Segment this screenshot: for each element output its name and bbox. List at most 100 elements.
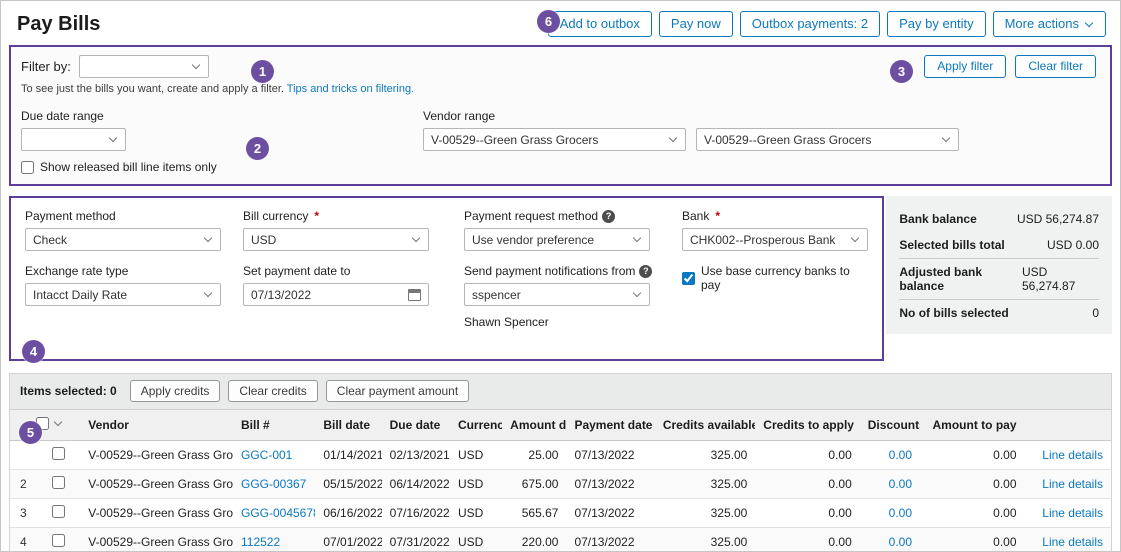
add-to-outbox-button[interactable]: Add to outbox (548, 11, 652, 37)
cell-line-details: Line details (1025, 441, 1112, 470)
cell-amount-due: 675.00 (502, 470, 566, 499)
bills-selected-row: No of bills selected 0 (899, 300, 1099, 326)
chevron-down-icon (942, 135, 951, 144)
discounts-link[interactable]: 0.00 (889, 448, 912, 462)
clear-payment-amount-button[interactable]: Clear payment amount (326, 380, 469, 402)
use-base-currency-checkbox[interactable] (682, 272, 695, 285)
bill-number-link[interactable]: GGG-0045678 (241, 506, 315, 520)
table-row: 4 V-00529--Green Grass Grocers 112522 07… (10, 528, 1111, 552)
items-selected-count: Items selected: 0 (20, 384, 117, 398)
cell-due-date: 02/13/2021 (382, 441, 450, 470)
col-vendor: Vendor (80, 410, 233, 441)
chevron-down-icon (192, 62, 201, 71)
line-details-link[interactable]: Line details (1042, 506, 1103, 520)
cell-payment-date: 07/13/2022 (566, 528, 654, 552)
bills-selected-label: No of bills selected (899, 306, 1008, 320)
filter-actions: Apply filter Clear filter (924, 55, 1096, 78)
cell-vendor: V-00529--Green Grass Grocers (80, 528, 233, 552)
pay-by-entity-button[interactable]: Pay by entity (887, 11, 985, 37)
chevron-down-icon (669, 135, 678, 144)
col-credits-available: Credits available (655, 410, 755, 441)
more-actions-label: More actions (1005, 17, 1079, 31)
table-row: 3 V-00529--Green Grass Grocers GGG-00456… (10, 499, 1111, 528)
cell-discounts: 0.00 (860, 499, 920, 528)
chevron-down-icon (851, 235, 860, 244)
discounts-link[interactable]: 0.00 (889, 535, 912, 549)
row-number: 4 (10, 528, 36, 552)
row-checkbox[interactable] (52, 505, 65, 518)
pay-now-button[interactable]: Pay now (659, 11, 733, 37)
bill-number-link[interactable]: GGG-00367 (241, 477, 306, 491)
cell-credits-available: 325.00 (655, 499, 755, 528)
cell-currency: USD (450, 528, 502, 552)
payment-request-method-select[interactable]: Use vendor preference (464, 228, 650, 251)
line-details-link[interactable]: Line details (1042, 477, 1103, 491)
row-checkbox[interactable] (52, 476, 65, 489)
calendar-icon[interactable] (408, 289, 421, 301)
payment-request-method-label: Payment request method (464, 209, 598, 223)
clear-credits-button[interactable]: Clear credits (228, 380, 317, 402)
payment-date-field: Set payment date to 07/13/2022 (243, 264, 464, 329)
notifications-person-name: Shawn Spencer (464, 315, 682, 329)
payment-area: Payment method Check Bill currency * USD (9, 196, 1112, 361)
filter-by-label: Filter by: (21, 59, 71, 74)
pay-bills-page: Pay Bills Add to outbox Pay now Outbox p… (0, 0, 1121, 552)
vendor-range-to-value: V-00529--Green Grass Grocers (704, 133, 871, 147)
vendor-range-from-select[interactable]: V-00529--Green Grass Grocers (423, 128, 686, 151)
discounts-link[interactable]: 0.00 (889, 506, 912, 520)
col-amount-due: Amount due (502, 410, 566, 441)
bank-select[interactable]: CHK002--Prosperous Bank (682, 228, 868, 251)
bill-number-link[interactable]: 112522 (241, 535, 280, 549)
exchange-rate-type-select[interactable]: Intacct Daily Rate (25, 283, 221, 306)
use-base-currency-label: Use base currency banks to pay (701, 264, 868, 292)
vendor-range-to-select[interactable]: V-00529--Green Grass Grocers (696, 128, 959, 151)
select-all-dropdown-icon[interactable] (54, 419, 63, 428)
header: Pay Bills Add to outbox Pay now Outbox p… (1, 1, 1120, 45)
use-base-currency-checkbox-row[interactable]: Use base currency banks to pay (682, 264, 868, 292)
bills-table: Vendor Bill # Bill date Due date Currenc… (10, 409, 1111, 552)
cell-payment-date: 07/13/2022 (566, 499, 654, 528)
row-checkbox[interactable] (52, 534, 65, 547)
payment-settings-box: Payment method Check Bill currency * USD (9, 196, 884, 361)
payment-method-select[interactable]: Check (25, 228, 221, 251)
apply-filter-button[interactable]: Apply filter (924, 55, 1006, 78)
payment-method-label: Payment method (25, 209, 116, 223)
apply-credits-button[interactable]: Apply credits (130, 380, 221, 402)
discounts-link[interactable]: 0.00 (889, 477, 912, 491)
chevron-down-icon (633, 290, 642, 299)
chevron-down-icon (109, 135, 118, 144)
help-icon[interactable]: ? (639, 265, 652, 278)
callout-badge-3: 3 (890, 60, 913, 83)
payment-notifications-select[interactable]: sspencer (464, 283, 650, 306)
filter-by-select[interactable] (79, 55, 209, 78)
due-date-range-select[interactable] (21, 128, 126, 151)
filter-tips-link[interactable]: Tips and tricks on filtering. (287, 83, 414, 95)
more-actions-button[interactable]: More actions (993, 11, 1106, 37)
bank-field: Bank * CHK002--Prosperous Bank (682, 209, 868, 251)
bill-currency-value: USD (251, 233, 276, 247)
outbox-payments-button[interactable]: Outbox payments: 2 (740, 11, 880, 37)
clear-filter-button[interactable]: Clear filter (1015, 55, 1096, 78)
bank-balance-row: Bank balance USD 56,274.87 (899, 206, 1099, 232)
payment-date-value: 07/13/2022 (251, 288, 311, 302)
payment-notifications-value: sspencer (472, 288, 521, 302)
payment-date-input[interactable]: 07/13/2022 (243, 283, 429, 306)
help-icon[interactable]: ? (602, 210, 615, 223)
show-released-checkbox-row[interactable]: Show released bill line items only (21, 160, 1100, 174)
due-date-range-label: Due date range (21, 109, 104, 123)
cell-credits-to-apply: 0.00 (755, 499, 859, 528)
callout-badge-1: 1 (251, 60, 274, 83)
row-checkbox[interactable] (52, 447, 65, 460)
bill-number-link[interactable]: GGC-001 (241, 448, 292, 462)
col-due-date: Due date (382, 410, 450, 441)
line-details-link[interactable]: Line details (1042, 535, 1103, 549)
show-released-checkbox[interactable] (21, 161, 34, 174)
cell-line-details: Line details (1025, 528, 1112, 552)
vendor-range-from-value: V-00529--Green Grass Grocers (431, 133, 598, 147)
cell-credits-to-apply: 0.00 (755, 528, 859, 552)
line-details-link[interactable]: Line details (1042, 448, 1103, 462)
bill-currency-select[interactable]: USD (243, 228, 429, 251)
chevron-down-icon (1085, 20, 1094, 29)
row-number: 2 (10, 470, 36, 499)
chevron-down-icon (412, 235, 421, 244)
